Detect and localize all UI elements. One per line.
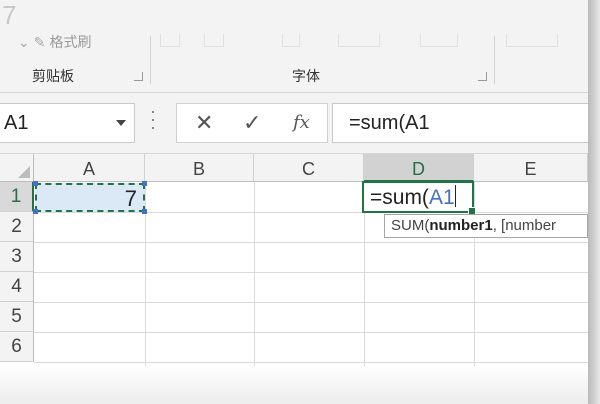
tooltip-rest: , [number (492, 217, 557, 234)
enter-check-icon[interactable]: ✓ (243, 110, 261, 136)
row-header-3[interactable]: 3 (0, 242, 34, 272)
row-header-5[interactable]: 5 (0, 302, 34, 332)
column-header-d[interactable]: D (364, 154, 474, 182)
font-launcher-icon[interactable] (478, 72, 487, 81)
cell-d1-editing[interactable]: =sum(A1 (362, 181, 476, 215)
chevron-down-icon: ⌄ (18, 33, 30, 50)
column-header-c[interactable]: C (254, 154, 364, 182)
cell-d1-formula-prefix: =sum( (370, 186, 429, 209)
faded-digit: 7 (2, 0, 17, 30)
ribbon-top-faded (0, 0, 588, 32)
cell-d1-formula: =sum(A1 (370, 185, 456, 210)
clipboard-launcher-icon[interactable] (134, 72, 143, 81)
row-header-4[interactable]: 4 (0, 272, 34, 302)
font-control-faint (420, 34, 458, 47)
formula-bar: A1 · · · ✕ ✓ fx =sum(A1 (0, 93, 589, 154)
select-all-corner[interactable] (0, 154, 34, 182)
name-box-dropdown-icon[interactable] (116, 120, 126, 126)
cell-a1[interactable]: 7 (33, 181, 147, 214)
insert-function-icon[interactable]: fx (293, 112, 310, 133)
column-header-a[interactable]: A (34, 154, 145, 182)
format-painter-button[interactable]: ⌄ ✎ 格式刷 (18, 32, 91, 52)
ribbon: 7 ⌄ ✎ 格式刷 剪贴板 字体 (0, 0, 588, 93)
bottom-fade (0, 366, 588, 404)
range-handle[interactable] (33, 181, 38, 186)
worksheet-grid[interactable]: A B C D E 1 2 3 4 5 6 7 =sum(A1 SUM(numb… (0, 154, 588, 366)
column-header-b[interactable]: B (145, 154, 254, 182)
cell-d1-formula-reference: A1 (428, 186, 455, 209)
gridline (254, 182, 255, 366)
row-header-6[interactable]: 6 (0, 332, 34, 362)
group-label-font: 字体 (292, 68, 320, 84)
select-all-triangle-icon (18, 166, 30, 178)
right-shadow-edge (588, 0, 600, 404)
tooltip-function: SUM( (391, 217, 430, 234)
group-separator (150, 36, 151, 84)
more-options-icon[interactable]: · · · (150, 102, 156, 136)
gridline (34, 302, 588, 303)
group-separator (494, 36, 495, 84)
gridline (34, 272, 588, 273)
format-painter-label: 格式刷 (49, 34, 92, 50)
font-control-faint (338, 34, 380, 47)
font-control-faint (204, 34, 224, 47)
gridline (34, 212, 588, 213)
tooltip-current-argument[interactable]: number1 (429, 217, 492, 234)
name-box-value: A1 (4, 112, 29, 134)
gridline (34, 362, 588, 363)
cell-a1-value: 7 (124, 186, 137, 211)
gridline (34, 242, 588, 243)
text-caret (454, 185, 456, 207)
group-label-clipboard: 剪贴板 (32, 68, 74, 84)
column-header-e[interactable]: E (474, 154, 588, 182)
formula-input[interactable]: =sum(A1 (332, 103, 589, 143)
range-handle[interactable] (142, 181, 147, 186)
excel-window: 7 ⌄ ✎ 格式刷 剪贴板 字体 A1 · · · ✕ ✓ fx =sum(A1… (0, 0, 600, 404)
gridline (34, 332, 588, 333)
paintbrush-icon: ✎ (33, 33, 46, 50)
row-header-2[interactable]: 2 (0, 212, 34, 242)
formula-text: =sum(A1 (349, 112, 430, 134)
range-handle[interactable] (142, 209, 147, 214)
name-box[interactable]: A1 (0, 103, 135, 143)
function-argument-tooltip: SUM(number1, [number (384, 214, 588, 238)
font-control-faint (160, 34, 180, 47)
align-control-faint (506, 34, 558, 47)
cancel-icon[interactable]: ✕ (195, 110, 213, 136)
formula-buttons: ✕ ✓ fx (176, 103, 328, 143)
row-header-1[interactable]: 1 (0, 182, 34, 212)
range-handle[interactable] (33, 209, 38, 214)
font-control-faint (282, 34, 300, 47)
